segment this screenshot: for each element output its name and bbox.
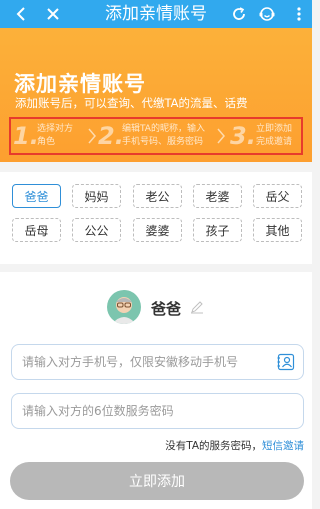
relation-option[interactable]: 其他 (253, 218, 302, 242)
top-nav-bar: 添加亲情账号 (0, 0, 312, 28)
close-icon[interactable] (40, 0, 66, 28)
contact-name: 爸爸 (151, 300, 182, 318)
relation-option[interactable]: 孩子 (193, 218, 242, 242)
relation-option[interactable]: 岳父 (253, 184, 302, 208)
more-icon[interactable] (286, 0, 312, 28)
step-1-text: 选择对方 角色 (37, 124, 74, 147)
hero-banner: 添加亲情账号 添加账号后，可以查询、代缴TA的流量、话费 1. 选择对方 角色 2… (0, 28, 312, 162)
step-3-number: 3. (230, 122, 256, 150)
edit-pencil-icon[interactable] (190, 300, 204, 314)
chevron-right-icon (88, 128, 96, 144)
relation-option[interactable]: 婆婆 (133, 218, 182, 242)
step-2-number: 2. (98, 122, 124, 150)
relation-option[interactable]: 老婆 (193, 184, 242, 208)
back-icon[interactable] (8, 0, 34, 28)
contact-book-icon[interactable] (277, 353, 295, 371)
relation-option[interactable]: 妈妈 (72, 184, 121, 208)
relation-option-selected[interactable]: 爸爸 (12, 184, 61, 208)
hint-text: 没有TA的服务密码， (165, 440, 262, 452)
hero-title: 添加亲情账号 (14, 72, 146, 96)
account-form: 爸爸 没有TA的服务密码，短信邀请 立即添加 (0, 272, 312, 509)
password-input[interactable] (12, 394, 303, 428)
page-title: 添加亲情账号 (105, 4, 207, 24)
step-2-text: 编辑TA的昵称，输入 手机号码、服务密码 (122, 124, 205, 147)
relation-option[interactable]: 岳母 (12, 218, 61, 242)
steps-highlight: 1. 选择对方 角色 2. 编辑TA的昵称，输入 手机号码、服务密码 3. 立即添加… (9, 117, 303, 155)
phone-field[interactable] (11, 344, 304, 380)
password-field[interactable] (11, 393, 304, 429)
relation-option[interactable]: 老公 (133, 184, 182, 208)
step-3-text: 立即添加 完成邀请 (256, 124, 293, 147)
relation-option[interactable]: 公公 (72, 218, 121, 242)
avatar (107, 290, 141, 324)
sms-invite-link[interactable]: 短信邀请 (262, 440, 304, 452)
refresh-icon[interactable] (226, 0, 252, 28)
add-now-button[interactable]: 立即添加 (10, 462, 304, 500)
chevron-right-icon (217, 128, 225, 144)
step-1-number: 1. (13, 122, 39, 150)
phone-input[interactable] (12, 345, 303, 379)
relation-selector: 爸爸 妈妈 老公 老婆 岳父 岳母 公公 婆婆 孩子 其他 (0, 172, 312, 264)
customer-service-icon[interactable] (254, 0, 280, 28)
hero-subtitle: 添加账号后，可以查询、代缴TA的流量、话费 (15, 96, 248, 110)
invite-hint: 没有TA的服务密码，短信邀请 (165, 438, 304, 453)
